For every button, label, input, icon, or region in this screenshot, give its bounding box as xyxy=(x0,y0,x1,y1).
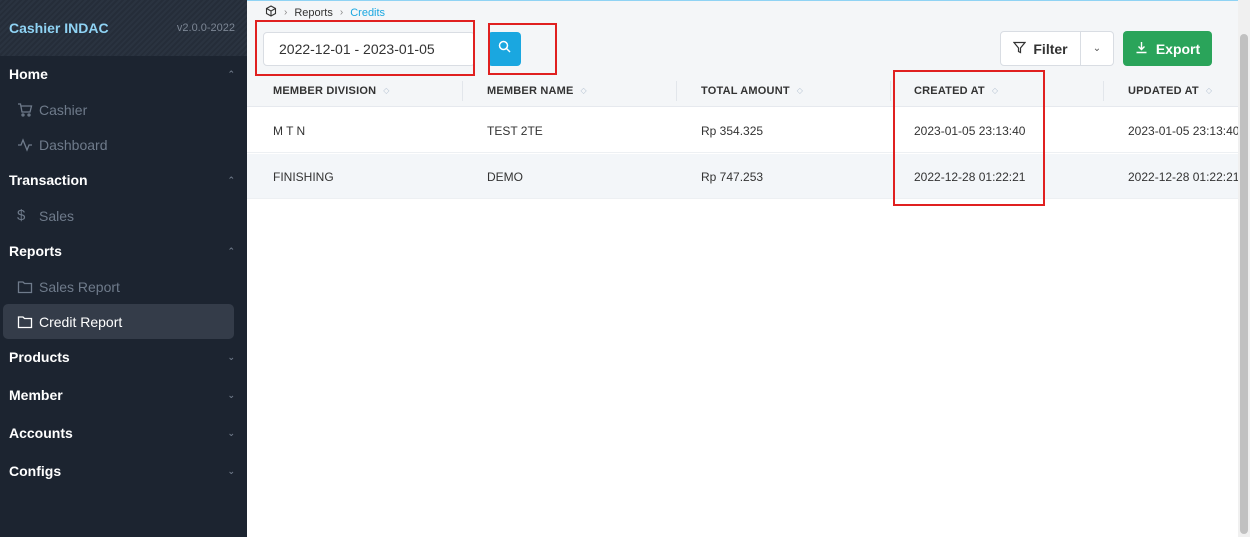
app-window: Cashier INDAC v2.0.0-2022 Home ⌃ Cashier… xyxy=(0,0,1250,537)
breadcrumb-separator: › xyxy=(339,7,344,18)
column-header-member-name[interactable]: MEMBER NAME ◇ xyxy=(487,74,587,107)
export-button[interactable]: Export xyxy=(1123,31,1212,66)
chevron-down-icon: ⌄ xyxy=(227,427,235,438)
cell-total-amount: Rp 747.253 xyxy=(701,169,764,184)
chevron-down-icon: ⌄ xyxy=(227,351,235,362)
sidebar-group-label: Reports xyxy=(9,243,62,259)
sidebar-group-label: Transaction xyxy=(9,172,88,188)
filter-dropdown-button[interactable]: ⌄ xyxy=(1081,31,1114,66)
sidebar-group-label: Accounts xyxy=(9,425,73,441)
cell-member-name: TEST 2TE xyxy=(487,123,543,138)
column-header-created-at[interactable]: CREATED AT ◇ xyxy=(914,74,998,107)
chevron-down-icon: ⌄ xyxy=(227,389,235,400)
column-header-member-division[interactable]: MEMBER DIVISION ◇ xyxy=(273,74,390,107)
column-label: MEMBER NAME xyxy=(487,84,574,97)
sidebar-group-transaction[interactable]: Transaction ⌃ xyxy=(0,162,247,198)
sort-icon: ◇ xyxy=(383,86,390,95)
sidebar-item-credit-report[interactable]: Credit Report xyxy=(3,304,234,339)
folder-icon xyxy=(17,279,39,295)
sidebar-item-sales[interactable]: $ Sales xyxy=(0,198,247,233)
sidebar-group-accounts[interactable]: Accounts ⌄ xyxy=(0,415,247,451)
chevron-up-icon: ⌃ xyxy=(227,174,235,185)
cart-icon xyxy=(17,102,39,118)
cell-total-amount: Rp 354.325 xyxy=(701,123,764,138)
chevron-down-icon: ⌄ xyxy=(1092,43,1102,54)
cell-created-at: 2022-12-28 01:22:21 xyxy=(914,169,1026,184)
date-range-input[interactable]: 2022-12-01 - 2023-01-05 xyxy=(263,32,475,66)
sidebar-item-label: Sales xyxy=(39,207,75,224)
brand-header[interactable]: Cashier INDAC v2.0.0-2022 xyxy=(0,0,247,56)
sidebar-group-reports[interactable]: Reports ⌃ xyxy=(0,233,247,269)
cell-created-at: 2023-01-05 23:13:40 xyxy=(914,123,1026,138)
sort-icon: ◇ xyxy=(991,86,999,95)
sort-icon: ◇ xyxy=(1205,86,1213,95)
sidebar-group-home[interactable]: Home ⌃ xyxy=(0,56,247,92)
sidebar-group-label: Member xyxy=(9,387,63,403)
column-divider xyxy=(462,81,463,101)
box-icon[interactable] xyxy=(265,5,277,20)
table-header: MEMBER DIVISION ◇ MEMBER NAME ◇ TOTAL AMOU… xyxy=(247,74,1238,107)
sort-icon: ◇ xyxy=(580,86,587,95)
cell-member-name: DEMO xyxy=(487,169,523,184)
cell-member-division: M T N xyxy=(273,123,306,138)
sidebar-item-label: Credit Report xyxy=(39,313,123,330)
breadcrumb-reports[interactable]: Reports xyxy=(294,7,333,19)
column-label: MEMBER DIVISION xyxy=(273,84,377,97)
cell-member-division: FINISHING xyxy=(273,169,334,184)
breadcrumb: › Reports › Credits xyxy=(247,0,1238,24)
activity-icon xyxy=(17,137,39,153)
filter-icon xyxy=(1013,41,1033,57)
sidebar-item-label: Cashier xyxy=(39,101,88,118)
main-content: › Reports › Credits 2022-12-01 - 2023-01… xyxy=(247,0,1240,537)
column-divider xyxy=(890,81,891,101)
sidebar-group-label: Products xyxy=(9,349,70,365)
table-row[interactable]: M T N TEST 2TE Rp 354.325 2023-01-05 23:… xyxy=(247,108,1240,153)
sidebar-item-label: Sales Report xyxy=(39,278,120,295)
sidebar-group-products[interactable]: Products ⌄ xyxy=(0,339,247,375)
filter-label: Filter xyxy=(1033,40,1068,57)
table-row[interactable]: FINISHING DEMO Rp 747.253 2022-12-28 01:… xyxy=(247,154,1240,199)
toolbar: 2022-12-01 - 2023-01-05 Filter ⌄ Export xyxy=(247,24,1238,74)
breadcrumb-separator: › xyxy=(284,7,288,18)
sidebar-group-member[interactable]: Member ⌄ xyxy=(0,377,247,413)
breadcrumb-credits: Credits xyxy=(350,6,386,19)
sidebar-item-sales-report[interactable]: Sales Report xyxy=(0,269,247,304)
filter-button[interactable]: Filter xyxy=(1000,31,1081,66)
chevron-down-icon: ⌄ xyxy=(227,465,235,476)
cell-updated-at: 2022-12-28 01:22:21 xyxy=(1128,169,1240,184)
scrollbar-thumb[interactable] xyxy=(1240,34,1248,534)
sidebar-group-label: Configs xyxy=(9,463,62,479)
column-label: UPDATED AT xyxy=(1128,84,1199,97)
sidebar-group-label: Home xyxy=(9,66,48,82)
sort-icon: ◇ xyxy=(796,86,804,95)
chevron-up-icon: ⌃ xyxy=(227,68,235,79)
search-icon xyxy=(498,40,511,58)
sidebar-group-configs[interactable]: Configs ⌄ xyxy=(0,453,247,489)
column-header-total-amount[interactable]: TOTAL AMOUNT ◇ xyxy=(701,74,803,107)
brand-name: Cashier INDAC xyxy=(9,20,109,36)
sidebar-item-cashier[interactable]: Cashier xyxy=(0,92,247,127)
column-header-updated-at[interactable]: UPDATED AT ◇ xyxy=(1128,74,1212,107)
download-icon xyxy=(1135,41,1156,57)
sidebar: Cashier INDAC v2.0.0-2022 Home ⌃ Cashier… xyxy=(0,0,247,537)
app-version: v2.0.0-2022 xyxy=(176,22,235,34)
chevron-up-icon: ⌃ xyxy=(227,245,235,256)
cell-updated-at: 2023-01-05 23:13:40 xyxy=(1128,123,1240,138)
export-label: Export xyxy=(1155,40,1201,57)
search-button[interactable] xyxy=(488,32,521,66)
dollar-icon: $ xyxy=(17,207,26,224)
sidebar-item-label: Dashboard xyxy=(39,136,108,153)
folder-icon xyxy=(17,314,39,330)
column-divider xyxy=(1103,81,1104,101)
column-label: CREATED AT xyxy=(914,84,985,97)
sidebar-item-dashboard[interactable]: Dashboard xyxy=(0,127,247,162)
column-label: TOTAL AMOUNT xyxy=(701,84,790,97)
column-divider xyxy=(676,81,677,101)
